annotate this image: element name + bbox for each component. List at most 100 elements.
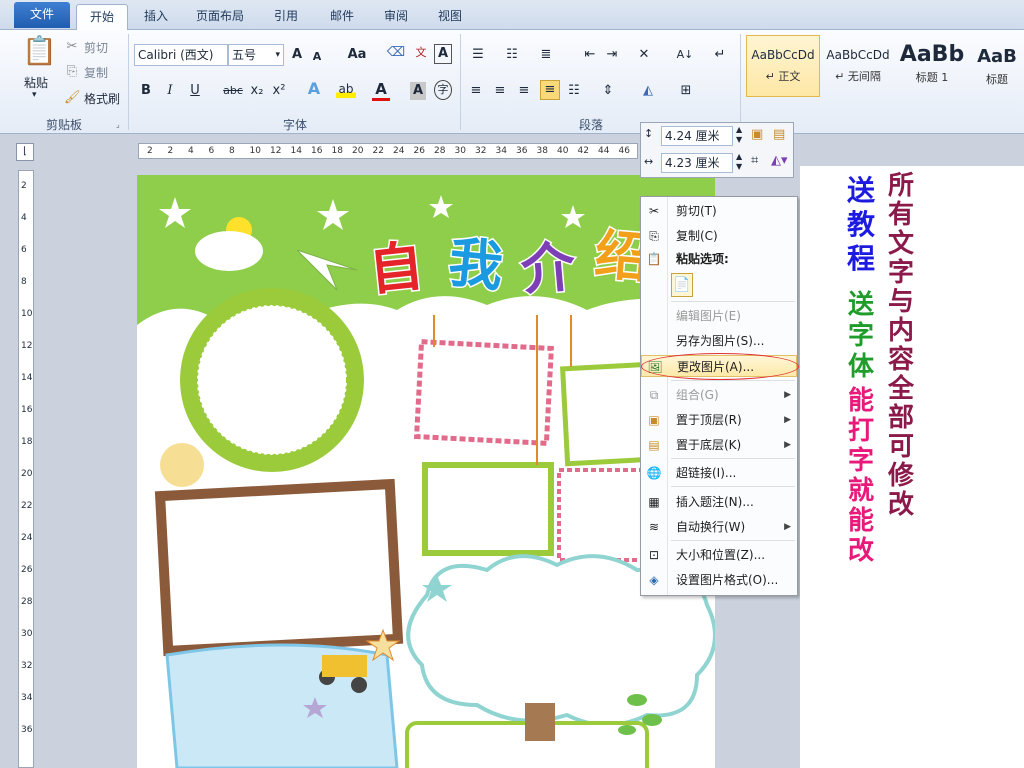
cut-button[interactable]: 剪切 — [84, 39, 108, 56]
menu-item-format-picture[interactable]: ◈ 设置图片格式(O)... — [641, 569, 797, 591]
character-border-icon[interactable]: A — [434, 44, 452, 64]
menu-item-copy[interactable]: ⎘ 复制(C) — [641, 225, 797, 247]
separator — [460, 34, 461, 130]
paste-button[interactable]: 粘贴 — [24, 74, 48, 91]
vertical-ruler[interactable]: 2 4 6 8 10 12 14 16 18 20 22 24 26 28 30 32 34 36 — [18, 170, 34, 768]
distributed-icon[interactable]: ☷ — [566, 82, 582, 100]
tab-insert[interactable]: 插入 — [136, 4, 176, 30]
menu-item-save-as-picture[interactable]: 另存为图片(S)... — [641, 330, 797, 352]
show-marks-icon[interactable]: ↵ — [712, 46, 728, 64]
underline-button[interactable]: U — [186, 82, 204, 100]
tab-mailings[interactable]: 邮件 — [322, 4, 362, 30]
bullets-icon[interactable]: ☰ — [470, 46, 486, 64]
tab-references[interactable]: 引用 — [266, 4, 306, 30]
menu-label: 复制(C) — [676, 229, 718, 243]
borders-icon[interactable]: ⊞ — [678, 82, 694, 100]
ruler-mark: 30 — [454, 146, 466, 156]
menu-label: 自动换行(W) — [676, 520, 746, 534]
tab-review[interactable]: 审阅 — [376, 4, 416, 30]
tab-view[interactable]: 视图 — [430, 4, 470, 30]
send-backward-icon[interactable]: ▤ — [773, 127, 785, 142]
copy-icon: ⎘ — [66, 64, 78, 79]
align-left-icon[interactable]: ≡ — [468, 82, 484, 100]
tab-page-layout[interactable]: 页面布局 — [188, 4, 252, 30]
font-name-combo[interactable]: Calibri (西文) — [134, 44, 228, 66]
tab-file[interactable]: 文件 — [14, 2, 70, 28]
style-normal[interactable]: AaBbCcDd ↵ 正文 — [746, 35, 820, 97]
menu-item-wrap-text[interactable]: ≋ 自动换行(W) ▶ — [641, 516, 797, 538]
numbering-icon[interactable]: ☷ — [504, 46, 520, 64]
strikethrough-button[interactable]: abc — [220, 82, 246, 100]
ruler-mark: 30 — [21, 629, 33, 639]
menu-item-send-to-back[interactable]: ▤ 置于底层(K) ▶ — [641, 434, 797, 456]
shrink-font-icon[interactable]: A — [310, 48, 324, 66]
height-input[interactable]: 4.24 厘米 — [661, 126, 733, 146]
paste-icon[interactable]: 📋 — [22, 34, 57, 72]
menu-label: 设置图片格式(O)... — [676, 573, 779, 587]
shape-styles-icon[interactable]: ◭▾ — [771, 153, 788, 168]
change-case-icon[interactable]: Aa — [346, 46, 368, 64]
spinner-icon[interactable]: ▲ ▼ — [736, 152, 742, 172]
clear-formatting-icon[interactable]: ⌫ — [386, 44, 406, 62]
style-no-spacing[interactable]: AaBbCcDd ↵ 无间隔 — [822, 35, 894, 97]
spinner-icon[interactable]: ▲ ▼ — [736, 125, 742, 145]
align-right-icon[interactable]: ≡ — [516, 82, 532, 100]
subscript-button[interactable]: x₂ — [248, 82, 266, 100]
line-spacing-icon[interactable]: ⇕ — [600, 82, 616, 100]
poster-illustration[interactable]: 自 我 介 绍 — [137, 175, 715, 768]
character-shading-icon[interactable]: A — [410, 82, 426, 100]
menu-item-edit-picture[interactable]: 编辑图片(E) — [641, 305, 797, 327]
multilevel-list-icon[interactable]: ≣ — [538, 46, 554, 64]
crop-icon[interactable]: ⌗ — [751, 153, 758, 168]
dialog-launcher-icon[interactable]: ⌟ — [116, 120, 120, 129]
highlight-icon[interactable]: ab — [336, 80, 356, 98]
ribbon-tab-bar: 文件 开始 插入 页面布局 引用 邮件 审阅 视图 — [0, 0, 1024, 31]
style-name: ↵ 无间隔 — [835, 70, 881, 83]
sort-icon[interactable]: A↓ — [676, 46, 694, 64]
style-title[interactable]: AaB 标题 — [970, 35, 1024, 97]
superscript-button[interactable]: x² — [270, 82, 288, 100]
style-heading1[interactable]: AaBb 标题 1 — [896, 35, 968, 97]
width-input[interactable]: 4.23 厘米 — [661, 153, 733, 173]
italic-button[interactable]: I — [162, 82, 178, 100]
decrease-indent-icon[interactable]: ⇤ — [582, 46, 598, 64]
font-size-combo[interactable]: 五号 ▾ — [228, 44, 284, 66]
enclose-characters-icon[interactable]: 字 — [434, 80, 452, 100]
chinese-layout-icon[interactable]: ✕ — [636, 46, 652, 64]
ruler-mark: 4 — [188, 146, 194, 156]
phonetic-guide-icon[interactable]: 文 — [410, 44, 432, 62]
bold-button[interactable]: B — [138, 82, 154, 100]
copy-button[interactable]: 复制 — [84, 64, 108, 81]
paste-picture-option[interactable]: 📄 — [671, 273, 693, 297]
text-effects-icon[interactable]: A — [304, 80, 324, 98]
shading-icon[interactable]: ◭ — [640, 82, 656, 100]
style-name: ↵ 正文 — [765, 70, 801, 83]
menu-item-group[interactable]: ⧉ 组合(G) ▶ — [641, 384, 797, 406]
ruler-mark: 20 — [352, 146, 364, 156]
bring-forward-icon[interactable]: ▣ — [751, 127, 763, 142]
justify-icon[interactable]: ≡ — [540, 80, 560, 100]
bring-to-front-icon: ▣ — [648, 413, 660, 427]
group-icon: ⧉ — [649, 388, 659, 402]
increase-indent-icon[interactable]: ⇥ — [604, 46, 620, 64]
menu-label: 编辑图片(E) — [676, 309, 741, 323]
tab-selector[interactable]: ⌊ — [16, 143, 34, 161]
tab-home[interactable]: 开始 — [76, 4, 128, 31]
menu-item-insert-caption[interactable]: ▦ 插入题注(N)... — [641, 491, 797, 513]
format-painter-button[interactable]: 格式刷 — [84, 90, 120, 107]
font-size-value: 五号 — [232, 48, 257, 62]
ruler-mark: 44 — [598, 146, 610, 156]
menu-item-cut[interactable]: ✂ 剪切(T) — [641, 200, 797, 222]
menu-item-hyperlink[interactable]: 🌐 超链接(I)... — [641, 462, 797, 484]
send-to-back-icon: ▤ — [648, 438, 660, 452]
paste-dropdown-icon[interactable]: ▾ — [32, 90, 37, 100]
ruler-mark: 32 — [21, 661, 33, 671]
align-center-icon[interactable]: ≡ — [492, 82, 508, 100]
grow-font-icon[interactable]: A — [290, 46, 304, 64]
menu-item-bring-to-front[interactable]: ▣ 置于顶层(R) ▶ — [641, 409, 797, 431]
photo-placeholder-selected[interactable] — [427, 347, 551, 441]
menu-item-size-position[interactable]: ⊡ 大小和位置(Z)... — [641, 544, 797, 566]
font-color-icon[interactable]: A — [372, 80, 390, 101]
document-page[interactable]: 自 我 介 绍 — [137, 175, 715, 768]
horizontal-ruler[interactable]: 2 2 4 6 8 10 12 14 16 18 20 22 24 26 28 30 32 34 36 38 40 42 4… — [138, 143, 638, 159]
